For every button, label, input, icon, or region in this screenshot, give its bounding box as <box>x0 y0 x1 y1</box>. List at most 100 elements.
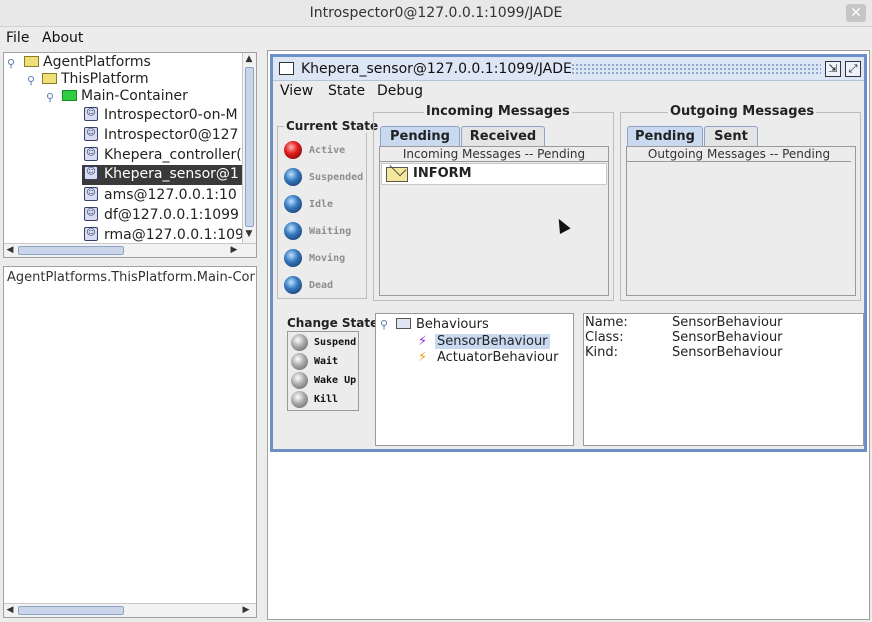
menu-about[interactable]: About <box>42 30 83 46</box>
wait-button[interactable]: Wait <box>288 352 358 371</box>
wake-up-led-icon <box>291 372 308 389</box>
menu-view[interactable]: View <box>280 83 313 99</box>
tree-node-label: ThisPlatform <box>61 71 149 87</box>
tree-node-agent[interactable]: ☺ df@127.0.0.1:1099 <box>84 206 239 226</box>
envelope-icon <box>386 167 408 182</box>
container-icon <box>62 89 77 101</box>
tree-handle-icon[interactable]: ⚲ <box>380 318 388 331</box>
tree-node-label: AgentPlatforms <box>43 54 151 70</box>
suspend-button-label: Suspend <box>314 337 357 348</box>
wait-led-icon <box>291 353 308 370</box>
incoming-messages-panel: Incoming Messages Pending Received Incom… <box>373 104 614 301</box>
state-idle-label: Idle <box>309 199 334 210</box>
tree-node-agent[interactable]: ☺ Introspector0-on-M <box>84 106 238 126</box>
minimize-icon[interactable]: ⇲ <box>825 61 841 77</box>
kind-value: SensorBehaviour <box>672 345 783 360</box>
current-state-panel: Current State Active Suspended Idle Wait… <box>277 119 381 299</box>
state-active-led-icon <box>284 141 302 159</box>
class-value: SensorBehaviour <box>672 330 783 345</box>
agent-icon: ☺ <box>84 107 98 121</box>
state-moving-led-icon <box>284 249 302 267</box>
tree-handle-icon[interactable]: ⚲ <box>27 74 35 87</box>
scroll-thumb[interactable] <box>18 246 124 255</box>
agent-icon: ☺ <box>84 147 98 161</box>
state-waiting-label: Waiting <box>309 226 352 237</box>
change-state-panel: Suspend Wait Wake Up Kill <box>287 331 359 411</box>
wake-up-button[interactable]: Wake Up <box>288 371 358 390</box>
close-icon[interactable]: ✕ <box>846 4 866 22</box>
tab-outgoing-sent[interactable]: Sent <box>704 126 758 146</box>
path-horizontal-scrollbar[interactable]: ◀ ▶ <box>4 603 256 617</box>
folder-icon <box>42 72 57 84</box>
incoming-list-header[interactable]: Incoming Messages -- Pending <box>380 147 608 162</box>
agent-tree[interactable]: ⚲ AgentPlatforms ⚲ ThisPlatform ⚲ Main-C… <box>3 52 257 258</box>
wait-button-label: Wait <box>314 356 339 367</box>
suspend-button[interactable]: Suspend <box>288 333 358 352</box>
outgoing-list-header[interactable]: Outgoing Messages -- Pending <box>627 147 851 162</box>
tree-node-label: ams@127.0.0.1:10 <box>104 187 237 203</box>
class-label: Class: <box>585 330 624 345</box>
behaviour-properties: Name: SensorBehaviour Class: SensorBehav… <box>583 313 864 446</box>
selection-path-pane: AgentPlatforms.ThisPlatform.Main-Conta ◀… <box>3 266 257 618</box>
tree-node-agent[interactable]: ☺ Khepera_controller( <box>84 146 242 166</box>
state-waiting-led-icon <box>284 222 302 240</box>
message-row[interactable]: INFORM <box>381 163 607 185</box>
tab-incoming-pending[interactable]: Pending <box>380 126 460 146</box>
agent-frame-menubar: View State Debug <box>273 81 864 101</box>
scroll-right-icon[interactable]: ▶ <box>228 245 240 255</box>
tree-handle-icon[interactable]: ⚲ <box>46 91 54 104</box>
name-value: SensorBehaviour <box>672 315 783 330</box>
tab-incoming-received[interactable]: Received <box>461 126 545 146</box>
behaviours-tree[interactable]: ⚲ Behaviours ⚡ SensorBehaviour ⚡ Actuato… <box>375 313 574 446</box>
tree-node-label: Khepera_controller( <box>104 147 242 163</box>
kill-button[interactable]: Kill <box>288 390 358 409</box>
tree-vertical-scrollbar[interactable]: ▲ ▼ <box>242 53 256 243</box>
tree-node-label: Introspector0-on-M <box>104 107 238 123</box>
scroll-left-icon[interactable]: ◀ <box>4 245 16 255</box>
state-dead-led-icon <box>284 276 302 294</box>
kill-button-label: Kill <box>314 394 339 405</box>
scroll-down-icon[interactable]: ▼ <box>243 229 255 239</box>
behaviour-item[interactable]: ActuatorBehaviour <box>437 350 558 365</box>
tree-handle-icon[interactable]: ⚲ <box>7 57 15 70</box>
menu-file[interactable]: File <box>6 30 29 46</box>
message-performative: INFORM <box>413 166 472 181</box>
state-idle-led-icon <box>284 195 302 213</box>
tab-outgoing-pending[interactable]: Pending <box>627 126 703 146</box>
state-active-label: Active <box>309 145 346 156</box>
outgoing-messages-title: Outgoing Messages <box>668 104 817 119</box>
behaviours-root-label: Behaviours <box>416 317 489 332</box>
tree-node-label: Main-Container <box>81 88 188 104</box>
state-dead-label: Dead <box>309 280 334 291</box>
tree-horizontal-scrollbar[interactable]: ◀ ▶ <box>4 243 256 257</box>
maximize-icon[interactable]: ⤢ <box>845 61 861 77</box>
outgoing-pending-list[interactable]: Outgoing Messages -- Pending <box>626 146 856 296</box>
menu-debug[interactable]: Debug <box>377 83 423 99</box>
titlebar-grip <box>571 63 821 75</box>
incoming-pending-list[interactable]: Incoming Messages -- Pending INFORM <box>379 146 609 296</box>
wake-up-button-label: Wake Up <box>314 375 357 386</box>
tree-node-label: df@127.0.0.1:1099 <box>104 207 239 223</box>
tree-node-agent-selected[interactable]: ☺ Khepera_sensor@1 <box>82 165 242 185</box>
behaviour-bolt-icon: ⚡ <box>418 350 428 365</box>
scroll-up-icon[interactable]: ▲ <box>243 54 255 64</box>
scroll-right-icon[interactable]: ▶ <box>240 605 252 615</box>
state-suspended-label: Suspended <box>309 172 364 183</box>
scroll-thumb[interactable] <box>245 67 254 227</box>
tree-node-main-container[interactable]: Main-Container <box>62 87 188 107</box>
scroll-left-icon[interactable]: ◀ <box>4 605 16 615</box>
tree-node-agent[interactable]: ☺ Introspector0@127 <box>84 126 238 146</box>
agent-frame-titlebar[interactable]: Khepera_sensor@127.0.0.1:1099/JADE ⇲ ⤢ <box>273 57 864 81</box>
name-label: Name: <box>585 315 628 330</box>
scroll-thumb[interactable] <box>18 606 124 615</box>
state-suspended-led-icon <box>284 168 302 186</box>
suspend-led-icon <box>291 334 308 351</box>
agent-frame-title: Khepera_sensor@127.0.0.1:1099/JADE <box>301 61 572 77</box>
tree-node-label: Khepera_sensor@1 <box>104 166 239 182</box>
agent-internal-frame[interactable]: Khepera_sensor@127.0.0.1:1099/JADE ⇲ ⤢ V… <box>270 54 867 452</box>
behaviour-item-selected[interactable]: SensorBehaviour <box>435 334 550 349</box>
tree-node-label: rma@127.0.0.1:109 <box>104 227 244 243</box>
folder-icon <box>24 55 39 67</box>
menu-state[interactable]: State <box>328 83 365 99</box>
tree-node-agent[interactable]: ☺ ams@127.0.0.1:10 <box>84 186 237 206</box>
